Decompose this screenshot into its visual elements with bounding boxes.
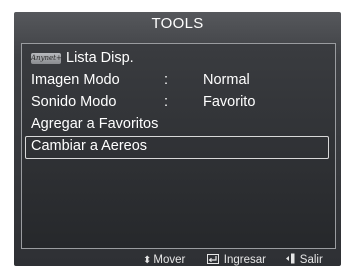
menu-item-value: Favorito <box>203 94 256 110</box>
menu-item-value: Normal <box>203 72 250 88</box>
menu-title: TOOLS <box>151 15 204 32</box>
menu-panel: Anynet+ Lista Disp. Imagen Modo : Normal… <box>21 43 336 249</box>
menu-item-label: Sonido Modo <box>31 94 117 110</box>
menu-item-separator: : <box>164 94 169 110</box>
menu-item-cambiar-aereos[interactable]: Cambiar a Aereos <box>25 136 329 159</box>
menu-item-label: Cambiar a Aereos <box>31 138 148 154</box>
tools-menu-window: TOOLS Anynet+ Lista Disp. Imagen Modo : … <box>14 12 341 266</box>
button-hints-bar: ⬍ Mover Ingresar Salir <box>14 253 341 266</box>
hint-move-label: Mover <box>153 254 186 266</box>
hint-move: ⬍ Mover <box>143 253 185 266</box>
updown-arrows-icon: ⬍ <box>143 255 152 266</box>
menu-item-label: Imagen Modo <box>31 72 120 88</box>
exit-icon <box>286 253 298 266</box>
anynet-logo-icon: Anynet+ <box>31 53 62 64</box>
menu-item-label: Lista Disp. <box>66 50 134 66</box>
hint-enter: Ingresar <box>207 253 266 266</box>
hint-enter-label: Ingresar <box>223 254 266 266</box>
menu-item-separator: : <box>164 72 169 88</box>
hint-exit-label: Salir <box>299 254 323 266</box>
enter-icon <box>207 254 222 266</box>
menu-item-label: Agregar a Favoritos <box>31 116 159 132</box>
hint-exit: Salir <box>286 253 323 266</box>
